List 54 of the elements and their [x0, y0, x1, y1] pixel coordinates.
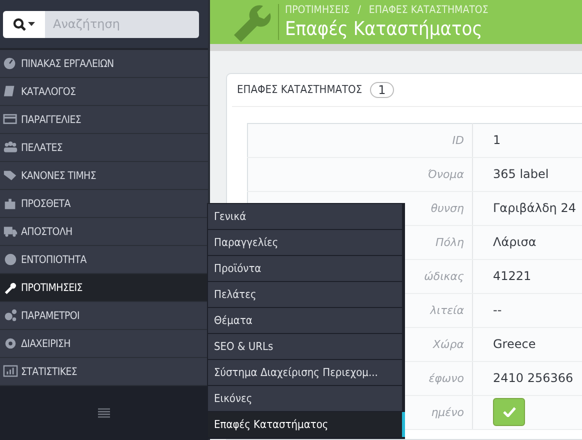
sidebar-item[interactable]: ΣΤΑΤΙΣΤΙΚΕΣ [0, 358, 208, 386]
field-label: ID [452, 134, 464, 147]
sidebar-item[interactable]: ΠΙΝΑΚΑΣ ΕΡΓΑΛΕΙΩΝ [0, 50, 208, 78]
sidebar-item[interactable]: ΚΑΤΑΛΟΓΟΣ [0, 78, 208, 106]
field-label: έφωνο [428, 372, 464, 385]
credit-card-icon [3, 112, 18, 127]
field-label: Χώρα [433, 338, 464, 351]
submenu-item[interactable]: Σύστημα Διαχείρισης Περιεχομ... [208, 360, 402, 385]
sidebar-item[interactable]: ΠΕΛΑΤΕΣ [0, 134, 208, 162]
sidebar-item[interactable]: ΔΙΑΧΕΙΡΙΣΗ [0, 330, 208, 358]
page-title: Επαφές Καταστήματος [285, 18, 484, 40]
search-icon [13, 18, 26, 30]
panel-title: ΕΠΑΦΕΣ ΚΑΤΑΣΤΗΜΑΤΟΣ [237, 83, 362, 96]
breadcrumb-separator: / [358, 4, 361, 16]
tag-icon [3, 168, 18, 183]
field-value: Greece [493, 337, 536, 352]
users-icon [3, 140, 18, 155]
submenu-item[interactable]: Προϊόντα [208, 256, 402, 281]
menu-icon[interactable] [98, 408, 110, 418]
field-value: 365 label [493, 167, 549, 182]
truck-icon [3, 224, 18, 239]
search-field[interactable]: Αναζήτηση [45, 10, 199, 38]
search-button[interactable] [3, 10, 45, 38]
submenu-item[interactable]: Πελάτες [208, 282, 402, 307]
field-label: Πόλη [436, 236, 464, 249]
status-toggle[interactable] [493, 398, 525, 426]
field-label: λιτεία [430, 304, 464, 317]
field-label: ημένο [431, 406, 464, 419]
count-badge: 1 [370, 82, 394, 98]
submenu-item[interactable]: SEO & URLs [208, 334, 402, 359]
check-icon [502, 407, 516, 418]
submenu-item[interactable]: Θέματα [208, 308, 402, 333]
bar-chart-icon [3, 364, 18, 379]
sidebar-item[interactable]: ΠΑΡΑΓΓΕΛΙΕΣ [0, 106, 208, 134]
field-value: 1 [493, 133, 501, 148]
sidebar-item[interactable]: ΕΝΤΟΠΙΟΤΗΤΑ [0, 246, 208, 274]
wrench-icon [3, 280, 18, 295]
sidebar-item[interactable]: ΠΡΟΣΘΕΤΑ [0, 190, 208, 218]
submenu-item[interactable]: Γενικά [208, 204, 402, 229]
sidebar-item[interactable]: ΑΠΟΣΤΟΛΗ [0, 218, 208, 246]
field-label: ώδικας [424, 270, 464, 283]
field-value: -- [493, 303, 502, 318]
sidebar-item[interactable]: ΠΑΡΑΜΕΤΡΟΙ [0, 302, 208, 330]
submenu-item[interactable]: Παραγγελίες [208, 230, 402, 255]
field-label: θυνση [430, 202, 464, 215]
field-value: 41221 [493, 269, 532, 284]
field-value: 2410 256366 [493, 371, 574, 386]
dashboard-icon [3, 56, 18, 71]
caret-icon [28, 22, 35, 26]
field-value: Γαριβάλδη 24 [493, 201, 576, 216]
field-value: Λάρισα [493, 235, 536, 250]
sidebar-item[interactable]: ΚΑΝΟΝΕΣ ΤΙΜΗΣ [0, 162, 208, 190]
submenu-item[interactable]: Εικόνες [208, 386, 402, 411]
field-label: Όνομα [428, 168, 464, 181]
